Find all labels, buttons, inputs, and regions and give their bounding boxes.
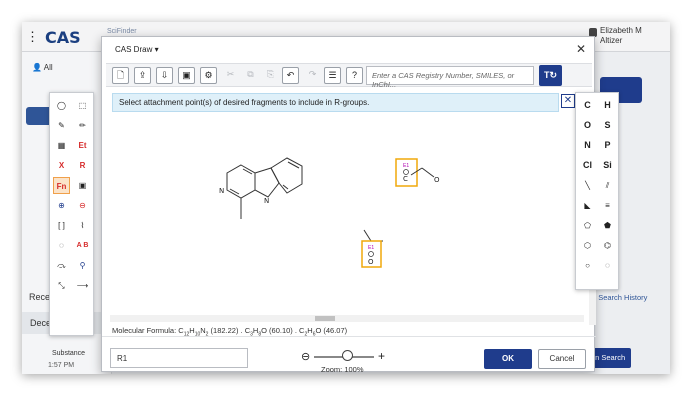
substance-label: Substance xyxy=(52,350,86,357)
nitrogen-atom-label: N xyxy=(264,197,269,205)
benzene-icon[interactable]: ⌬ xyxy=(599,237,616,254)
hashed-bond-icon[interactable]: ≡ xyxy=(599,197,616,214)
attachment-point-icon[interactable] xyxy=(403,169,409,175)
resize-arrow-icon[interactable]: ⤡ xyxy=(53,277,70,294)
info-message: Select attachment point(s) of desired fr… xyxy=(112,93,559,112)
cyclopentane-icon[interactable]: ⬠ xyxy=(579,217,596,234)
nitrogen-atom-label: N xyxy=(219,187,224,195)
dialog-title[interactable]: CAS Draw ▾ xyxy=(115,45,159,54)
rgroup-tool[interactable]: R xyxy=(74,157,91,174)
formula-part: O (46.07) xyxy=(315,326,348,335)
reaction-arrow-icon[interactable]: ⟶ xyxy=(74,277,91,294)
marquee-icon[interactable]: ⬚ xyxy=(74,97,91,114)
single-bond-icon[interactable]: ╲ xyxy=(579,177,596,194)
logo-subtitle: SciFinder xyxy=(107,28,137,35)
clean-structure-icon[interactable]: ⚙ xyxy=(200,67,217,84)
draw-toolbar: 🗋 ⇪ ⇩ ▣ ⚙ ✂ ⧉ ⎘ ↶ ↷ ☰ ? Enter a CAS Regi… xyxy=(106,63,592,89)
atom-map-tool[interactable]: A B xyxy=(74,237,91,254)
undo-icon[interactable]: ↶ xyxy=(282,67,299,84)
charge-minus-icon[interactable]: ⊖ xyxy=(74,197,91,214)
ring-size-icon[interactable]: ◌ xyxy=(599,257,616,274)
beta-carboline-structure xyxy=(226,157,303,219)
formula-part: (182.22) . C xyxy=(208,326,251,335)
clipboard-icon[interactable]: ▣ xyxy=(178,67,195,84)
structure-search-input[interactable]: Enter a CAS Registry Number, SMILES, or … xyxy=(366,66,534,89)
attachment-point-icon[interactable] xyxy=(368,251,374,257)
new-file-icon[interactable]: 🗋 xyxy=(112,67,129,84)
chain-icon[interactable]: ⌇ xyxy=(74,217,91,234)
close-icon[interactable]: ✕ xyxy=(576,42,586,56)
cancel-button[interactable]: Cancel xyxy=(538,349,586,369)
settings-icon[interactable]: ☰ xyxy=(324,67,341,84)
oxygen-atom-label: O xyxy=(434,176,440,184)
paste-icon[interactable]: ⎘ xyxy=(262,67,279,84)
ok-button[interactable]: OK xyxy=(484,349,532,369)
attachment-tool-icon[interactable]: ⚲ xyxy=(74,257,91,274)
cyclopentene-icon[interactable]: ⬟ xyxy=(599,217,616,234)
nitrogen-button[interactable]: N xyxy=(579,137,596,154)
cycloheptane-icon[interactable]: ○ xyxy=(579,257,596,274)
formula-part: O (60.10) . C xyxy=(261,326,305,335)
lasso-icon[interactable]: ◯ xyxy=(53,97,70,114)
app-window: ⋮ CAS SciFinder Elizabeth M Altizer 👤 Al… xyxy=(22,22,670,374)
charge-plus-icon[interactable]: ⊕ xyxy=(53,197,70,214)
ethyl-tool[interactable]: Et xyxy=(74,137,91,154)
zoom-level: Zoom: 100% xyxy=(321,365,364,374)
chlorine-button[interactable]: Cl xyxy=(579,157,596,174)
phosphorus-button[interactable]: P xyxy=(599,137,616,154)
info-close-icon[interactable]: ✕ xyxy=(561,94,575,108)
import-icon[interactable]: ⇪ xyxy=(134,67,151,84)
horizontal-scrollbar[interactable] xyxy=(110,315,584,322)
double-bond-icon[interactable]: ⫽ xyxy=(599,177,616,194)
scrollbar-thumb[interactable] xyxy=(315,316,335,321)
zoom-out-icon[interactable]: ⊖ xyxy=(301,350,310,363)
export-icon[interactable]: ⇩ xyxy=(156,67,173,84)
attachment-label: E1 xyxy=(368,245,374,251)
divider xyxy=(102,336,596,337)
pencil-icon[interactable]: ✎ xyxy=(53,117,70,134)
template-icon[interactable]: ▣ xyxy=(74,177,91,194)
zoom-in-icon[interactable]: + xyxy=(378,349,385,363)
drawing-canvas[interactable]: N N E1 C O E1 O xyxy=(106,117,589,323)
zoom-slider-handle[interactable] xyxy=(342,350,353,361)
fragment-tool[interactable]: Fn xyxy=(53,177,70,194)
cas-draw-dialog: CAS Draw ▾ ✕ 🗋 ⇪ ⇩ ▣ ⚙ ✂ ⧉ ⎘ ↶ ↷ ☰ ? Ent… xyxy=(101,36,596,374)
hamburger-icon[interactable]: ⋮ xyxy=(26,29,39,45)
recent-heading: Rece xyxy=(29,292,51,302)
hydrogen-button[interactable]: H xyxy=(599,97,616,114)
help-button[interactable]: ? xyxy=(346,67,363,84)
repeat-group-icon[interactable]: ◌ xyxy=(53,237,70,254)
bracket-icon[interactable]: [ ] xyxy=(53,217,70,234)
wedge-bond-icon[interactable]: ◣ xyxy=(579,197,596,214)
cut-icon[interactable]: ✂ xyxy=(222,67,239,84)
sidebar-item-all[interactable]: 👤 All xyxy=(32,63,53,72)
left-tool-palette: ◯ ⬚ ✎ ✏ ▦ Et X R Fn ▣ ⊕ ⊖ [ ] ⌇ ◌ A B ⤼ … xyxy=(49,92,94,336)
structure-drawing[interactable]: N N E1 C O E1 O xyxy=(106,117,589,323)
ring-template-icon[interactable]: ▦ xyxy=(53,137,70,154)
sulfur-button[interactable]: S xyxy=(599,117,616,134)
transform-icon[interactable]: T↻ xyxy=(539,65,562,86)
copy-icon[interactable]: ⧉ xyxy=(242,67,259,84)
oxygen-atom-label: O xyxy=(368,258,374,266)
carbon-atom-label: C xyxy=(403,175,408,183)
chevron-down-icon: ▾ xyxy=(154,45,159,54)
silicon-button[interactable]: Si xyxy=(599,157,616,174)
cyclohexane-icon[interactable]: ⬡ xyxy=(579,237,596,254)
carbon-button[interactable]: C xyxy=(579,97,596,114)
redo-icon[interactable]: ↷ xyxy=(304,67,321,84)
bond-order-icon[interactable]: ⤼ xyxy=(53,257,70,274)
halogen-tool[interactable]: X xyxy=(53,157,70,174)
user-name[interactable]: Elizabeth M Altizer xyxy=(600,26,642,46)
oxygen-button[interactable]: O xyxy=(579,117,596,134)
cas-logo: CAS xyxy=(45,28,81,47)
time-label: 1:57 PM xyxy=(48,362,75,369)
rgroup-name-input[interactable]: R1 xyxy=(110,348,248,368)
attachment-label: E1 xyxy=(403,163,409,169)
bold-pencil-icon[interactable]: ✏ xyxy=(74,117,91,134)
right-element-palette: C H O S N P Cl Si ╲ ⫽ ◣ ≡ ⬠ ⬟ ⬡ ⌬ ○ ◌ xyxy=(575,92,619,290)
